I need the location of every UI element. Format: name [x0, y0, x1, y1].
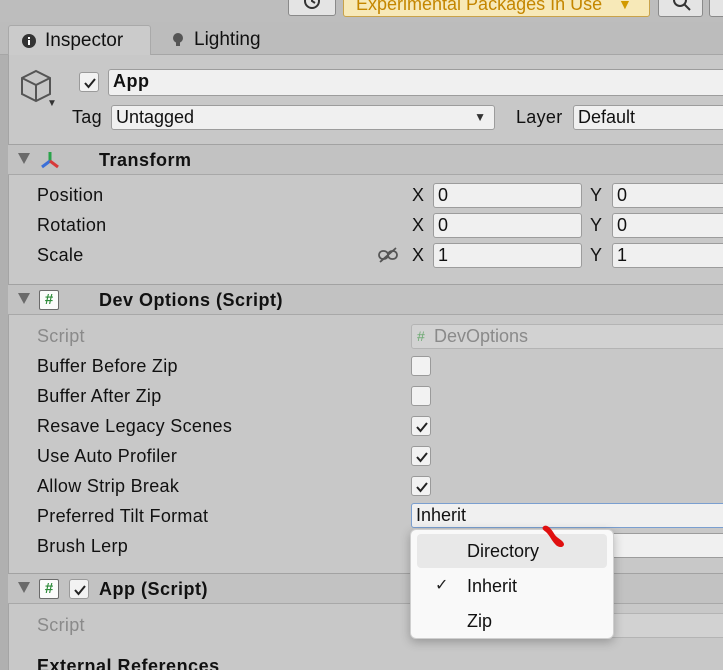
foldout-arrow-icon[interactable]	[18, 582, 30, 593]
bulb-icon	[173, 33, 183, 46]
rotation-y-label[interactable]: Y	[590, 215, 602, 236]
app-script-script-label: Script	[37, 615, 85, 635]
scale-label: Scale	[37, 245, 84, 265]
layer-value: Default	[578, 107, 636, 127]
dev-options-script-value: DevOptions	[434, 326, 529, 346]
toolbar: Experimental Packages In Use ▼	[0, 0, 723, 22]
dev-options-script-field: # DevOptions	[411, 324, 723, 349]
brush-lerp-field[interactable]	[600, 533, 723, 558]
script-hash-icon: #	[39, 290, 59, 310]
layer-label: Layer	[516, 107, 563, 127]
checkmark-icon	[416, 452, 428, 463]
dev-options-title: Dev Options (Script)	[99, 290, 284, 310]
checkmark-icon	[416, 422, 428, 433]
tab-lighting[interactable]: Lighting	[158, 25, 298, 55]
allow-strip-break-label: Allow Strip Break	[37, 476, 180, 496]
experimental-packages-button[interactable]: Experimental Packages In Use ▼	[343, 0, 650, 17]
buffer-before-zip-checkbox[interactable]	[411, 356, 431, 376]
menu-item-directory[interactable]: Directory	[417, 534, 607, 568]
position-x-label[interactable]: X	[412, 185, 424, 206]
icon-dropdown-icon[interactable]: ▼	[47, 98, 57, 109]
layer-dropdown[interactable]: Default	[573, 105, 723, 130]
script-hash-icon: #	[39, 579, 59, 599]
checkmark-icon	[84, 78, 96, 89]
caret-down-icon: ▼	[618, 0, 632, 12]
constrain-proportions-icon[interactable]	[377, 246, 399, 264]
cursor-marker-icon	[542, 525, 564, 547]
dev-options-header[interactable]: # Dev Options (Script)	[8, 284, 723, 315]
checkmark-icon	[416, 482, 428, 493]
brush-lerp-label: Brush Lerp	[37, 536, 129, 556]
transform-header[interactable]: Transform	[8, 144, 723, 175]
tag-label: Tag	[72, 107, 102, 127]
buffer-after-zip-label: Buffer After Zip	[37, 386, 162, 406]
rotation-x-label[interactable]: X	[412, 215, 424, 236]
external-references-label: External References	[37, 656, 220, 670]
menu-item-inherit[interactable]: ✓ Inherit	[417, 569, 607, 603]
menu-item-directory-label: Directory	[467, 541, 540, 561]
menu-item-zip[interactable]: Zip	[417, 604, 607, 638]
resave-legacy-scenes-checkbox[interactable]	[411, 416, 431, 436]
info-icon	[22, 34, 36, 48]
history-button[interactable]	[288, 0, 336, 16]
search-button[interactable]	[658, 0, 703, 17]
rotation-label: Rotation	[37, 215, 107, 235]
foldout-arrow-icon[interactable]	[18, 293, 30, 304]
transform-title: Transform	[99, 150, 192, 170]
resave-legacy-scenes-label: Resave Legacy Scenes	[37, 416, 233, 436]
scale-y-label[interactable]: Y	[590, 245, 602, 266]
use-auto-profiler-label: Use Auto Profiler	[37, 446, 178, 466]
rotation-x-field[interactable]: 0	[433, 213, 582, 238]
script-file-icon: #	[417, 328, 425, 344]
buffer-after-zip-checkbox[interactable]	[411, 386, 431, 406]
scale-x-label[interactable]: X	[412, 245, 424, 266]
active-toggle[interactable]	[79, 72, 99, 92]
app-script-title: App (Script)	[99, 579, 208, 599]
tag-value: Untagged	[116, 107, 195, 127]
tab-inspector[interactable]: Inspector	[8, 25, 151, 55]
history-icon	[304, 0, 320, 9]
app-script-header[interactable]: # App (Script)	[8, 573, 723, 604]
menu-item-inherit-label: Inherit	[467, 576, 518, 596]
dev-options-script-label: Script	[37, 326, 85, 346]
app-script-script-field	[600, 613, 723, 638]
position-y-label[interactable]: Y	[590, 185, 602, 206]
object-name-field[interactable]: App	[108, 69, 723, 96]
tilt-format-popup: Directory ✓ Inherit Zip	[410, 529, 614, 639]
tab-inspector-label: Inspector	[45, 30, 124, 51]
buffer-before-zip-label: Buffer Before Zip	[37, 356, 178, 376]
menu-item-zip-label: Zip	[467, 611, 493, 631]
tab-bar: Inspector Lighting	[0, 22, 723, 55]
search-icon	[673, 0, 691, 11]
scale-y-field[interactable]: 1	[612, 243, 723, 268]
position-label: Position	[37, 185, 104, 205]
experimental-packages-label: Experimental Packages In Use	[356, 0, 603, 14]
app-script-enabled-checkbox[interactable]	[69, 579, 89, 599]
preferred-tilt-format-value: Inherit	[416, 505, 467, 525]
checkmark-icon	[74, 585, 86, 596]
rotation-y-field[interactable]: 0	[612, 213, 723, 238]
tab-lighting-label: Lighting	[194, 29, 261, 50]
layers-button[interactable]	[709, 0, 723, 17]
scale-x-field[interactable]: 1	[433, 243, 582, 268]
preferred-tilt-format-label: Preferred Tilt Format	[37, 506, 209, 526]
allow-strip-break-checkbox[interactable]	[411, 476, 431, 496]
use-auto-profiler-checkbox[interactable]	[411, 446, 431, 466]
position-x-field[interactable]: 0	[433, 183, 582, 208]
transform-icon	[41, 152, 59, 169]
position-y-field[interactable]: 0	[612, 183, 723, 208]
foldout-arrow-icon[interactable]	[18, 153, 30, 164]
left-panel-edge	[0, 55, 8, 670]
dropdown-arrow-icon: ▼	[474, 110, 486, 124]
check-icon: ✓	[435, 577, 449, 594]
tag-dropdown[interactable]: Untagged ▼	[111, 105, 495, 130]
